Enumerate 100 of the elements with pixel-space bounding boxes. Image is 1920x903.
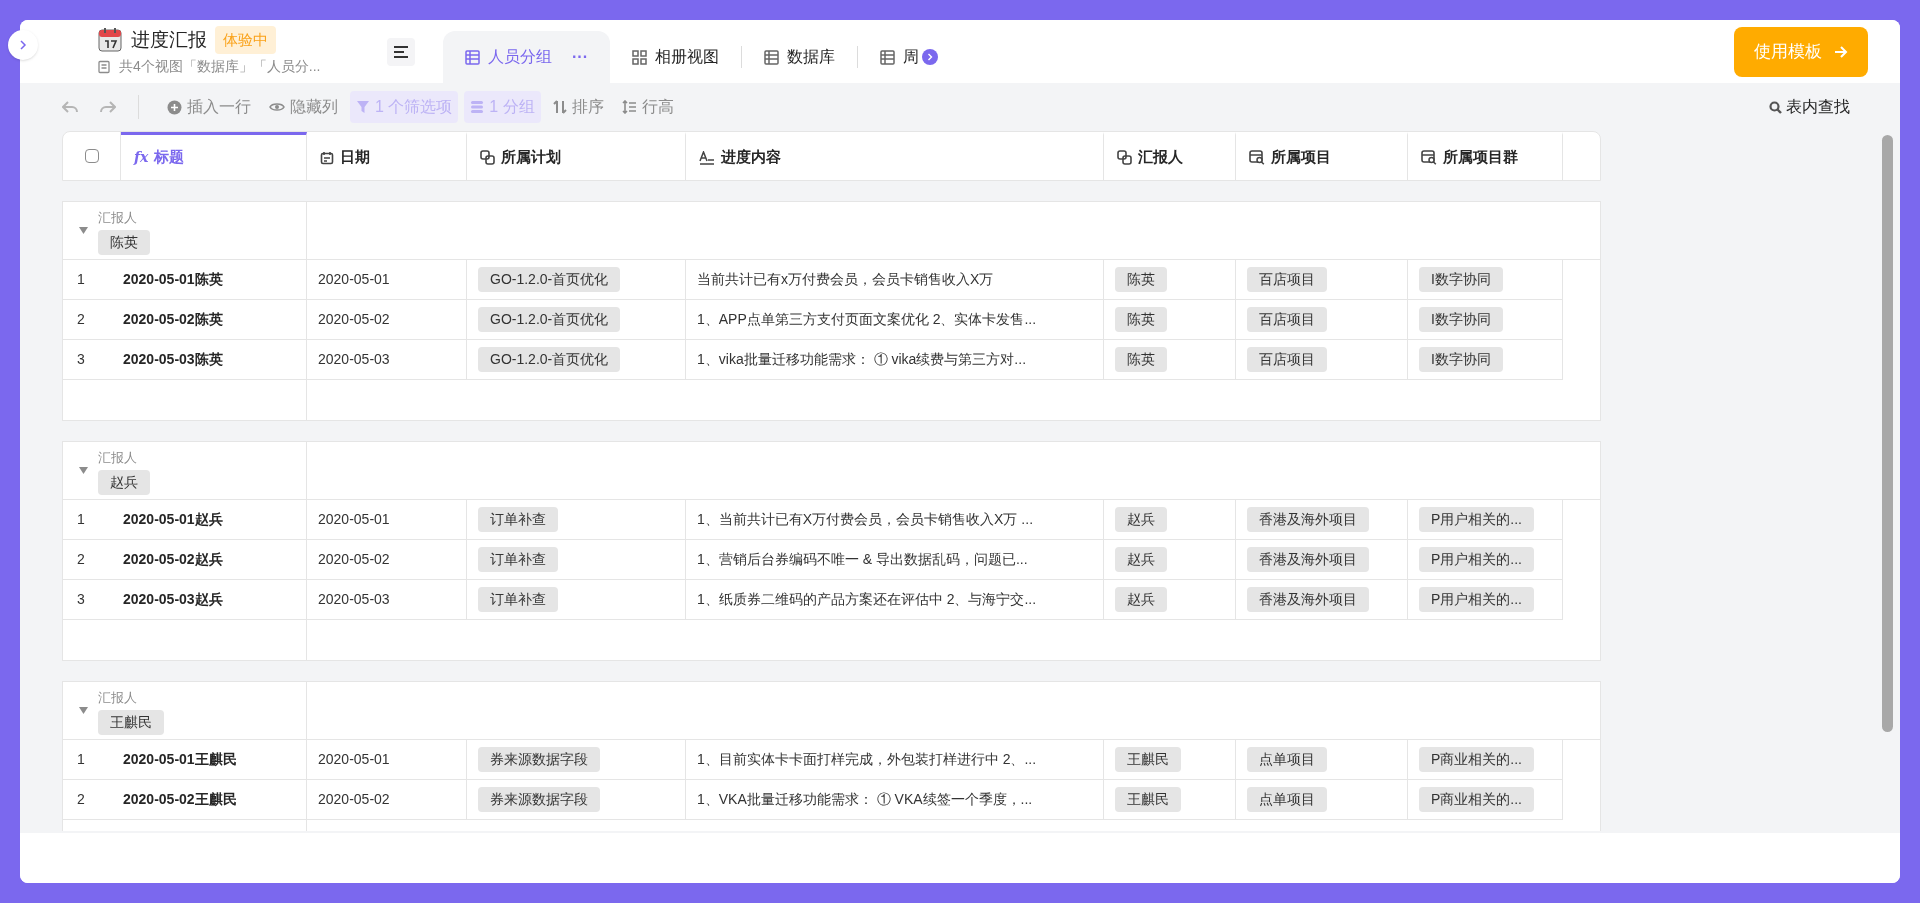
collapse-triangle-icon[interactable] [79,467,88,474]
project-group-tag: I数字协同 [1419,307,1503,332]
content-cell-text: 1、APP点单第三方支付页面文案优化 2、实体卡发售... [697,310,1037,329]
title-cell-text: 2020-05-02王麒民 [123,790,237,809]
view-tab[interactable]: 数据库 [742,31,857,83]
menu-button[interactable] [387,37,415,66]
linked-squares-icon [1117,150,1132,165]
select-all-checkbox[interactable] [84,149,99,163]
project-tag: 百店项目 [1247,267,1327,292]
trial-badge: 体验中 [215,25,276,55]
grid-icon [465,49,480,65]
content-cell-text: 1、营销后台券编码不唯一 & 导出数据乱码，问题已... [697,550,1028,569]
plan-tag: 券来源数据字段 [478,747,600,772]
text-field-icon [699,150,715,165]
reporter-tag: 王麒民 [98,709,164,735]
view-tab[interactable]: 相册视图 [610,31,741,83]
eye-icon [269,101,285,113]
group-field-label: 汇报人 [98,689,137,708]
sidebar-toggle-button[interactable] [8,30,38,60]
content-cell-text: 1、vika批量迁移功能需求： ① vika续费与第三方对... [697,350,1027,369]
title-cell-text: 2020-05-01赵兵 [123,510,223,529]
project-group-tag: P用户相关的... [1419,547,1534,572]
title-cell-text: 2020-05-01王麒民 [123,750,237,769]
reporter-tag: 赵兵 [1115,587,1167,612]
project-group-tag: P用户相关的... [1419,587,1534,612]
project-group-tag: P商业相关的... [1419,787,1534,812]
column-header[interactable]: 所属项目群 [1408,132,1563,180]
content-cell-text: 1、目前实体卡卡面打样完成，外包装打样进行中 2、... [697,750,1037,769]
project-tag: 百店项目 [1247,307,1327,332]
row-height-icon [621,100,637,114]
scrollbar[interactable] [1882,135,1893,732]
lookup-icon [1421,150,1437,165]
gallery-icon [632,49,647,65]
row-number: 1 [77,510,85,529]
stack-icon [470,100,485,114]
grid-icon [764,49,779,65]
content-cell-text: 1、纸质券二维码的产品方案还在评估中 2、与海宁交... [697,590,1037,609]
column-header[interactable]: 汇报人 [1104,132,1236,180]
menu-icon [393,44,409,59]
column-header[interactable]: 进度内容 [686,132,1104,180]
column-header[interactable]: 日期 [307,132,467,180]
collapse-triangle-icon[interactable] [79,227,88,234]
sort-icon [552,100,567,114]
reporter-tag: 陈英 [1115,307,1167,332]
sheet-description: 共4个视图「数据库」「人员分... [119,57,321,77]
content-cell-text: 1、VKA批量迁移功能需求： ① VKA续签一个季度，... [697,790,1033,809]
grid-icon [880,49,895,65]
plan-tag: GO-1.2.0-首页优化 [478,307,621,332]
collapse-triangle-icon[interactable] [79,707,88,714]
sheet-title: 进度汇报 [131,27,207,52]
calendar-icon [97,27,123,53]
date-cell-text: 2020-05-01 [318,750,390,769]
reporter-tag: 赵兵 [1115,547,1167,572]
group-field-label: 汇报人 [98,449,137,468]
row-number: 1 [77,270,85,289]
project-tag: 香港及海外项目 [1247,547,1369,572]
view-tab[interactable]: 人员分组 ··· [443,31,610,83]
column-header[interactable]: 所属项目 [1236,132,1408,180]
project-tag: 点单项目 [1247,747,1327,772]
project-tag: 点单项目 [1247,787,1327,812]
project-group-tag: I数字协同 [1419,267,1503,292]
title-cell-text: 2020-05-02陈英 [123,310,223,329]
title-cell-text: 2020-05-03陈英 [123,350,223,369]
plan-tag: GO-1.2.0-首页优化 [478,347,621,372]
plan-tag: 订单补查 [478,507,558,532]
view-tab[interactable]: 周 [858,31,941,83]
column-header[interactable]: fx 标题 [121,132,307,180]
row-number: 2 [77,310,85,329]
reporter-tag: 王麒民 [1115,747,1181,772]
date-cell-text: 2020-05-01 [318,510,390,529]
reporter-tag: 赵兵 [98,469,150,495]
undo-icon[interactable] [62,100,78,114]
date-cell-text: 2020-05-02 [318,310,390,329]
search-icon [1769,100,1782,114]
content-cell-text: 当前共计已有x万付费会员，会员卡销售收入X万 [697,270,994,289]
title-cell-text: 2020-05-03赵兵 [123,590,223,609]
scroll-tabs-button[interactable] [922,49,938,65]
project-tag: 香港及海外项目 [1247,587,1369,612]
linked-squares-icon [480,150,495,165]
reporter-tag: 赵兵 [1115,507,1167,532]
redo-icon[interactable] [100,100,116,114]
title-cell-text: 2020-05-02赵兵 [123,550,223,569]
plan-tag: 订单补查 [478,547,558,572]
date-cell-text: 2020-05-03 [318,350,390,369]
document-icon [97,59,111,74]
arrow-right-icon [1834,45,1848,58]
row-number: 2 [77,790,85,809]
project-group-tag: P商业相关的... [1419,747,1534,772]
lookup-icon [1249,150,1265,165]
project-group-tag: P用户相关的... [1419,507,1534,532]
find-in-table-button[interactable]: 表内查找 [1769,95,1850,119]
column-header[interactable]: 所属计划 [467,132,686,180]
reporter-tag: 陈英 [1115,347,1167,372]
project-group-tag: I数字协同 [1419,347,1503,372]
title-cell-text: 2020-05-01陈英 [123,270,223,289]
row-number: 3 [77,590,85,609]
more-options[interactable]: ··· [572,45,588,69]
reporter-tag: 陈英 [1115,267,1167,292]
date-cell-text: 2020-05-02 [318,790,390,809]
calendar-icon [320,150,334,165]
